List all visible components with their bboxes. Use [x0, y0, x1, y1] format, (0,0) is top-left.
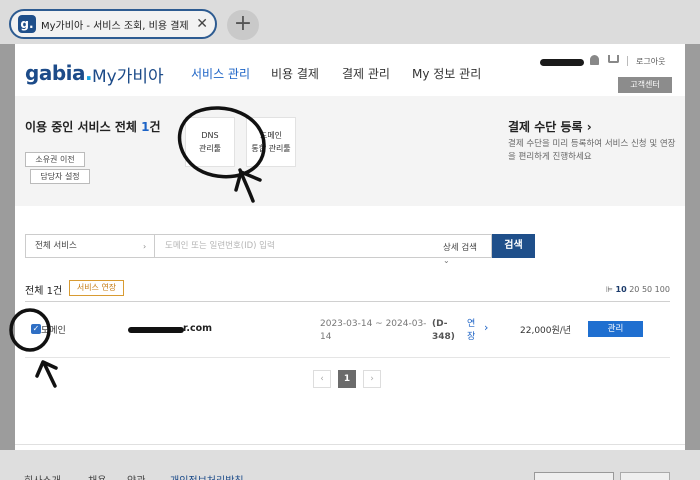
tab-title: My가비아 - 서비스 조회, 비용 결제, ... [41, 21, 189, 32]
dns-tool-card[interactable]: DNS 관리툴 [185, 117, 235, 167]
chevron-right-icon[interactable]: › [484, 321, 488, 334]
footer-jobs-link[interactable]: 채용 [88, 472, 106, 480]
page-size-option[interactable]: 10 [616, 285, 627, 294]
redacted-domain [128, 327, 184, 333]
service-filter-select[interactable]: 전체 서비스 [25, 234, 155, 258]
chevron-down-icon: ⌄ [443, 256, 450, 265]
browser-tabstrip: g. My가비아 - 서비스 조회, 비용 결제, ... ✕ + [0, 0, 700, 44]
list-total: 전체 1건 [25, 286, 63, 297]
footer: 회사소개 채용 약관 개인정보처리방침 [0, 450, 700, 480]
chevron-right-icon: › [143, 242, 147, 251]
redacted-username [540, 59, 584, 66]
service-period: 2023-03-14 ~ 2024-03-14 [320, 319, 427, 342]
browser-tab[interactable]: g. My가비아 - 서비스 조회, 비용 결제, ... ✕ [9, 9, 217, 39]
payment-method-description: 결제 수단을 미리 등록하여 서비스 신청 및 연장을 편리하게 진행하세요 [508, 139, 676, 162]
prev-page-button[interactable]: ‹ [313, 370, 331, 388]
list-size-icon: ⊫ [606, 285, 616, 294]
new-tab-button[interactable]: + [227, 10, 259, 40]
close-tab-icon[interactable]: ✕ [196, 14, 208, 34]
nav-my-info[interactable]: My 정보 관리 [412, 65, 481, 82]
support-center-button[interactable]: 고객센터 [618, 77, 672, 93]
bell-icon[interactable] [590, 55, 599, 65]
list-divider [25, 301, 670, 302]
domain-tool-card[interactable]: 도메인 통합 관리툴 [246, 117, 296, 167]
footer-terms-link[interactable]: 약관 [127, 472, 145, 480]
renew-link[interactable]: 연장 [467, 318, 477, 344]
nav-payment-management[interactable]: 결제 관리 [342, 65, 390, 82]
price: 22,000원/년 [520, 326, 572, 336]
gabia-logo[interactable]: gabia. [25, 61, 93, 85]
footer-about-link[interactable]: 회사소개 [24, 472, 61, 480]
footer-privacy-link[interactable]: 개인정보처리방침 [170, 472, 244, 480]
service-summary-panel: 이용 중인 서비스 전체 1건 소유권 이전 담당자 설정 DNS 관리툴 도메… [15, 96, 685, 206]
manager-settings-button[interactable]: 담당자 설정 [30, 169, 90, 184]
logo-text: gabia [25, 61, 85, 85]
manage-button[interactable]: 관리 [588, 321, 643, 337]
logout-link[interactable]: 로그아웃 [636, 56, 665, 67]
next-page-button[interactable]: › [363, 370, 381, 388]
service-renew-button[interactable]: 서비스 연장 [69, 280, 124, 296]
gabia-favicon-icon: g. [18, 15, 36, 33]
page-size-option[interactable]: 100 [655, 285, 670, 294]
page-size-option[interactable]: 20 [629, 285, 639, 294]
domain-tool-label-1: 도메인 [259, 131, 283, 140]
page-size-selector: ⊫ 10 20 50 100 [606, 285, 670, 294]
nav-billing[interactable]: 비용 결제 [271, 65, 319, 82]
days-remaining: (D-348) [432, 319, 455, 342]
detail-search-toggle[interactable]: 상세 검색 [443, 241, 477, 253]
search-button[interactable]: 검색 [492, 234, 535, 258]
ownership-transfer-button[interactable]: 소유권 이전 [25, 152, 85, 167]
cart-icon[interactable] [608, 55, 619, 63]
row-checkbox[interactable]: ✓ [31, 324, 41, 334]
dns-tool-label-2: 관리툴 [198, 144, 222, 153]
current-page[interactable]: 1 [338, 370, 356, 388]
page-window: gabia. My가비아 서비스 관리 비용 결제 결제 관리 My 정보 관리… [15, 44, 685, 450]
row-divider [25, 357, 670, 358]
my-gabia-title[interactable]: My가비아 [92, 62, 164, 87]
service-count-title: 이용 중인 서비스 전체 1건 [25, 118, 160, 135]
footer-button[interactable] [620, 472, 670, 480]
header-divider [627, 56, 628, 66]
service-count-suffix: 건 [149, 120, 161, 134]
footer-select[interactable] [534, 472, 614, 480]
page-size-option[interactable]: 50 [642, 285, 652, 294]
search-input[interactable]: 도메인 또는 일련번호(ID) 입력 [155, 234, 492, 258]
service-type: 도메인 [41, 326, 66, 336]
payment-method-link[interactable]: 결제 수단 등록 › [508, 118, 592, 135]
dns-tool-label-1: DNS [201, 131, 219, 140]
domain-name[interactable]: r.com [183, 323, 212, 334]
nav-service-management[interactable]: 서비스 관리 [191, 65, 250, 82]
content-bottom-divider [15, 444, 685, 445]
service-count-prefix: 이용 중인 서비스 전체 [25, 120, 142, 134]
domain-tool-label-2: 통합 관리툴 [251, 144, 291, 153]
